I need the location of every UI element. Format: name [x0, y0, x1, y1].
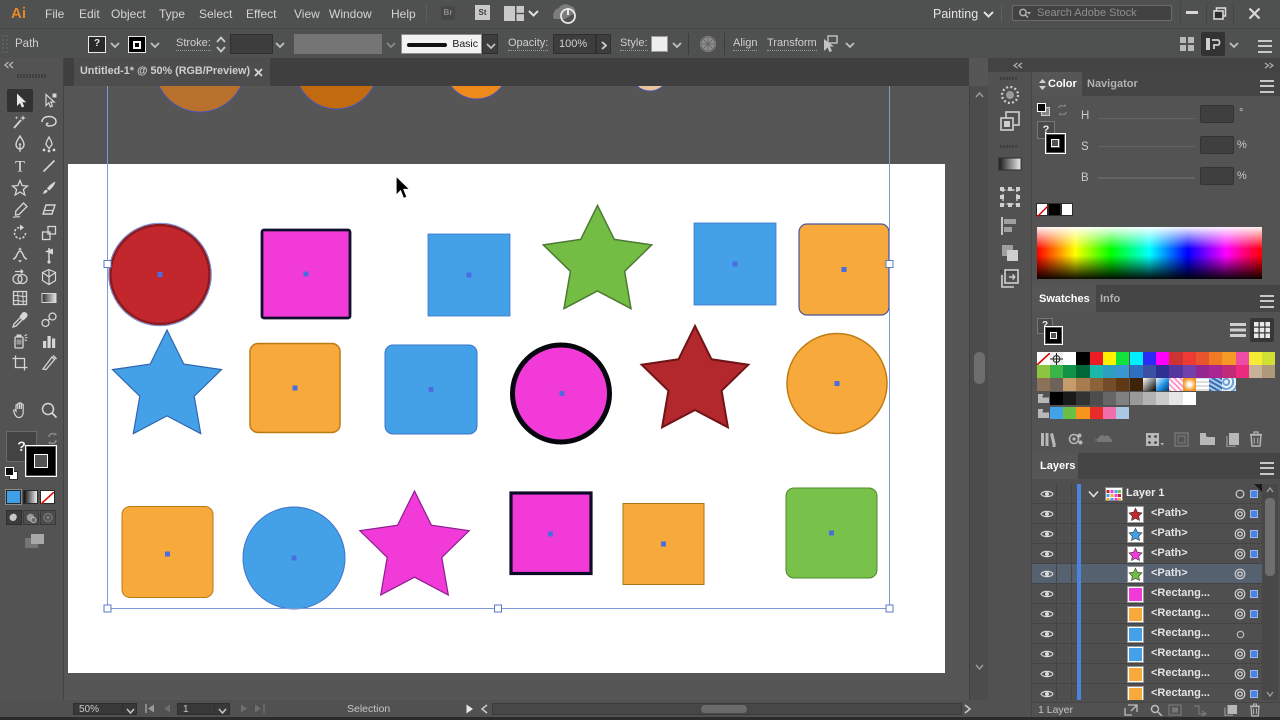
svg-text:T: T: [15, 158, 25, 175]
